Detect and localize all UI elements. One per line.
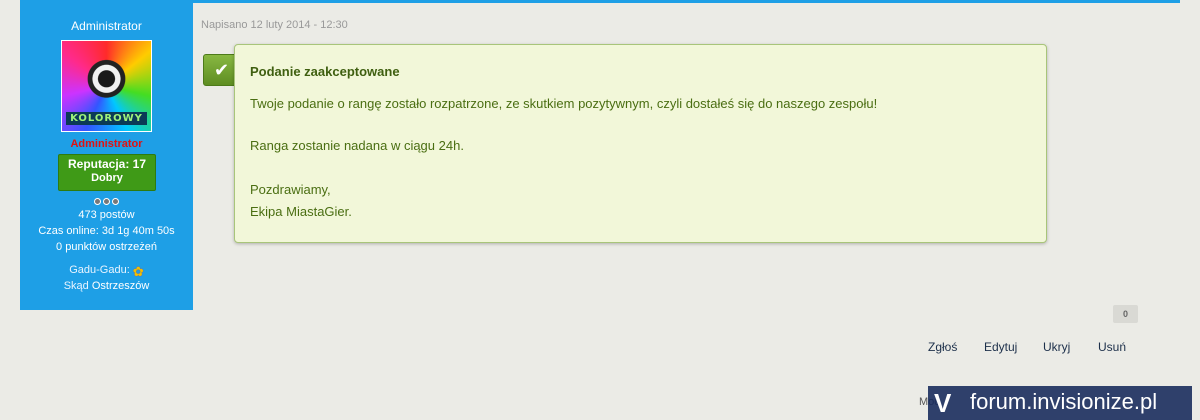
delete-button[interactable]: Usuń <box>1098 340 1126 354</box>
author-name[interactable]: Administrator <box>20 19 193 33</box>
gadu-gadu-status-icon[interactable]: ✿ <box>133 264 144 280</box>
warning-points: 0 punktów ostrzeżeń <box>56 241 157 253</box>
author-sidebar: Administrator KOLOROWY Administrator Rep… <box>20 3 193 310</box>
gadu-gadu-field: Gadu-Gadu: ✿ <box>20 264 193 280</box>
rank-pip-icon <box>94 198 101 205</box>
author-group: Administrator <box>70 138 143 150</box>
success-message-box: Podanie zaakceptowane Twoje podanie o ra… <box>234 44 1047 243</box>
avatar[interactable]: KOLOROWY <box>61 40 152 132</box>
message-line: Pozdrawiamy, <box>250 182 331 197</box>
post-count: 473 postów <box>78 209 135 221</box>
location-field: Skąd Ostrzeszów <box>20 280 193 292</box>
watermark-text: forum.invisionize.pl <box>970 389 1158 414</box>
edit-button[interactable]: Edytuj <box>984 340 1017 354</box>
rank-pips <box>20 194 193 208</box>
watermark: V forum.invisionize.pl <box>928 386 1192 420</box>
reputation-badge: Reputacja: 17 Dobry <box>58 154 156 191</box>
message-line: Ekipa MiastaGier. <box>250 204 352 219</box>
location-label: Skąd <box>63 280 89 292</box>
reputation-counter: 0 <box>1113 305 1138 323</box>
message-line: Twoje podanie o rangę zostało rozpatrzon… <box>250 96 878 111</box>
rank-pip-icon <box>112 198 119 205</box>
reputation-label: Reputacja: 17 <box>67 157 147 171</box>
report-button[interactable]: Zgłoś <box>928 340 957 354</box>
message-line: Ranga zostanie nadana w ciągu 24h. <box>250 138 464 153</box>
post-date: Napisano 12 luty 2014 - 12:30 <box>201 19 348 31</box>
avatar-logo-text: KOLOROWY <box>66 112 147 125</box>
hide-button[interactable]: Ukryj <box>1043 340 1070 354</box>
gadu-gadu-label: Gadu-Gadu: <box>69 264 130 276</box>
location-value: Ostrzeszów <box>91 280 150 292</box>
reputation-rank: Dobry <box>91 172 123 184</box>
rank-pip-icon <box>103 198 110 205</box>
online-time: Czas online: 3d 1g 40m 50s <box>38 225 175 237</box>
top-accent-line <box>20 0 1180 3</box>
message-title: Podanie zaakceptowane <box>250 64 400 79</box>
invisionize-logo-icon: V <box>934 388 952 418</box>
